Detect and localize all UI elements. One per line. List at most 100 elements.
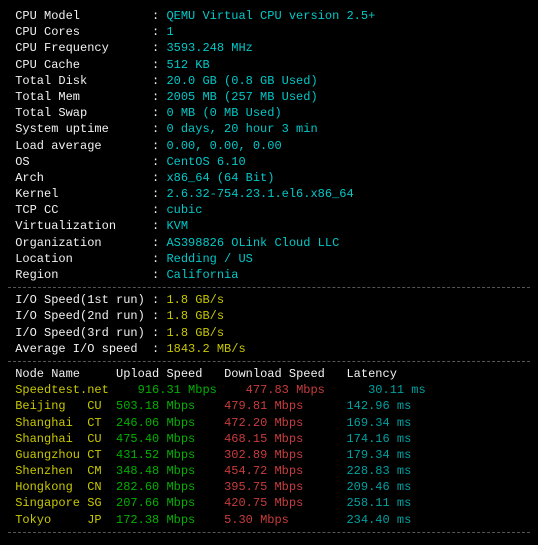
- upload-speed: 503.18 Mbps: [116, 399, 224, 413]
- download-speed: 468.15 Mbps: [224, 432, 346, 446]
- node-tag: CT: [87, 448, 116, 462]
- node-name: Singapore: [8, 496, 87, 510]
- node-tag: CN: [87, 480, 116, 494]
- speedtest-row: Shenzhen CM 348.48 Mbps 454.72 Mbps 228.…: [8, 463, 530, 479]
- sysinfo-label: CPU Model: [8, 9, 152, 23]
- latency: 258.11 ms: [346, 496, 411, 510]
- download-speed: 395.75 Mbps: [224, 480, 346, 494]
- latency: 209.46 ms: [346, 480, 411, 494]
- sysinfo-value: 3593.248 MHz: [166, 41, 252, 55]
- colon-separator: :: [152, 203, 166, 217]
- colon-separator: :: [152, 252, 166, 266]
- sysinfo-label: Load average: [8, 139, 152, 153]
- sysinfo-label: Kernel: [8, 187, 152, 201]
- node-name: Shanghai: [8, 416, 87, 430]
- speedtest-row: Shanghai CT 246.06 Mbps 472.20 Mbps 169.…: [8, 415, 530, 431]
- sysinfo-row: Organization : AS398826 OLink Cloud LLC: [8, 235, 530, 251]
- latency: 142.96 ms: [346, 399, 411, 413]
- sysinfo-value: Redding / US: [166, 252, 252, 266]
- sysinfo-row: Total Swap : 0 MB (0 MB Used): [8, 105, 530, 121]
- colon-separator: :: [152, 219, 166, 233]
- latency: 228.83 ms: [346, 464, 411, 478]
- sysinfo-row: Region : California: [8, 267, 530, 283]
- sysinfo-label: System uptime: [8, 122, 152, 136]
- divider: [8, 287, 530, 288]
- colon-separator: :: [152, 122, 166, 136]
- io-row: I/O Speed(2nd run) : 1.8 GB/s: [8, 308, 530, 324]
- node-tag: CT: [87, 416, 116, 430]
- sysinfo-row: OS : CentOS 6.10: [8, 154, 530, 170]
- upload-speed: 172.38 Mbps: [116, 513, 224, 527]
- colon-separator: :: [152, 268, 166, 282]
- download-speed: 477.83 Mbps: [246, 383, 368, 397]
- sysinfo-label: Arch: [8, 171, 152, 185]
- sysinfo-value: 2.6.32-754.23.1.el6.x86_64: [166, 187, 353, 201]
- sysinfo-row: Arch : x86_64 (64 Bit): [8, 170, 530, 186]
- sysinfo-value: x86_64 (64 Bit): [166, 171, 274, 185]
- header-download: Download Speed: [224, 367, 346, 381]
- sysinfo-label: Total Disk: [8, 74, 152, 88]
- sysinfo-row: CPU Cores : 1: [8, 24, 530, 40]
- sysinfo-label: Total Swap: [8, 106, 152, 120]
- upload-speed: 282.60 Mbps: [116, 480, 224, 494]
- download-speed: 472.20 Mbps: [224, 416, 346, 430]
- speedtest-block: Node Name Upload Speed Download Speed La…: [8, 366, 530, 528]
- upload-speed: 246.06 Mbps: [116, 416, 224, 430]
- sysinfo-label: CPU Cache: [8, 58, 152, 72]
- sysinfo-label: OS: [8, 155, 152, 169]
- io-label: I/O Speed(1st run): [8, 293, 152, 307]
- sysinfo-value: 0.00, 0.00, 0.00: [166, 139, 281, 153]
- io-value: 1.8 GB/s: [166, 293, 224, 307]
- colon-separator: :: [152, 187, 166, 201]
- io-label: Average I/O speed: [8, 342, 152, 356]
- sysinfo-value: 512 KB: [166, 58, 209, 72]
- download-speed: 479.81 Mbps: [224, 399, 346, 413]
- node-tag: CU: [87, 399, 116, 413]
- download-speed: 420.75 Mbps: [224, 496, 346, 510]
- sysinfo-label: Virtualization: [8, 219, 152, 233]
- colon-separator: :: [152, 236, 166, 250]
- node-tag: SG: [87, 496, 116, 510]
- header-latency: Latency: [346, 367, 396, 381]
- speedtest-row: Shanghai CU 475.40 Mbps 468.15 Mbps 174.…: [8, 431, 530, 447]
- node-tag: CU: [87, 432, 116, 446]
- sysinfo-label: Organization: [8, 236, 152, 250]
- sysinfo-row: CPU Model : QEMU Virtual CPU version 2.5…: [8, 8, 530, 24]
- sysinfo-value: 0 days, 20 hour 3 min: [166, 122, 317, 136]
- io-speed-block: I/O Speed(1st run) : 1.8 GB/s I/O Speed(…: [8, 292, 530, 357]
- sysinfo-value: CentOS 6.10: [166, 155, 245, 169]
- colon-separator: :: [152, 342, 166, 356]
- sysinfo-row: TCP CC : cubic: [8, 202, 530, 218]
- latency: 30.11 ms: [368, 383, 426, 397]
- colon-separator: :: [152, 293, 166, 307]
- upload-speed: 348.48 Mbps: [116, 464, 224, 478]
- sysinfo-label: Total Mem: [8, 90, 152, 104]
- header-upload: Upload Speed: [116, 367, 224, 381]
- divider: [8, 532, 530, 533]
- io-label: I/O Speed(3rd run): [8, 326, 152, 340]
- node-name: Shanghai: [8, 432, 87, 446]
- download-speed: 454.72 Mbps: [224, 464, 346, 478]
- sysinfo-row: System uptime : 0 days, 20 hour 3 min: [8, 121, 530, 137]
- download-speed: 302.89 Mbps: [224, 448, 346, 462]
- io-row: Average I/O speed : 1843.2 MB/s: [8, 341, 530, 357]
- node-tag: CM: [87, 464, 116, 478]
- colon-separator: :: [152, 74, 166, 88]
- sysinfo-label: Region: [8, 268, 152, 282]
- sysinfo-row: Virtualization : KVM: [8, 218, 530, 234]
- io-value: 1.8 GB/s: [166, 326, 224, 340]
- node-tag: [109, 383, 138, 397]
- speedtest-row: Guangzhou CT 431.52 Mbps 302.89 Mbps 179…: [8, 447, 530, 463]
- sysinfo-value: 20.0 GB (0.8 GB Used): [166, 74, 317, 88]
- node-tag: JP: [87, 513, 116, 527]
- sysinfo-row: Kernel : 2.6.32-754.23.1.el6.x86_64: [8, 186, 530, 202]
- colon-separator: :: [152, 25, 166, 39]
- colon-separator: :: [152, 139, 166, 153]
- sysinfo-value: cubic: [166, 203, 202, 217]
- sysinfo-value: California: [166, 268, 238, 282]
- sysinfo-label: Location: [8, 252, 152, 266]
- io-row: I/O Speed(1st run) : 1.8 GB/s: [8, 292, 530, 308]
- node-name: Hongkong: [8, 480, 87, 494]
- sysinfo-row: Location : Redding / US: [8, 251, 530, 267]
- speedtest-header: Node Name Upload Speed Download Speed La…: [8, 366, 530, 382]
